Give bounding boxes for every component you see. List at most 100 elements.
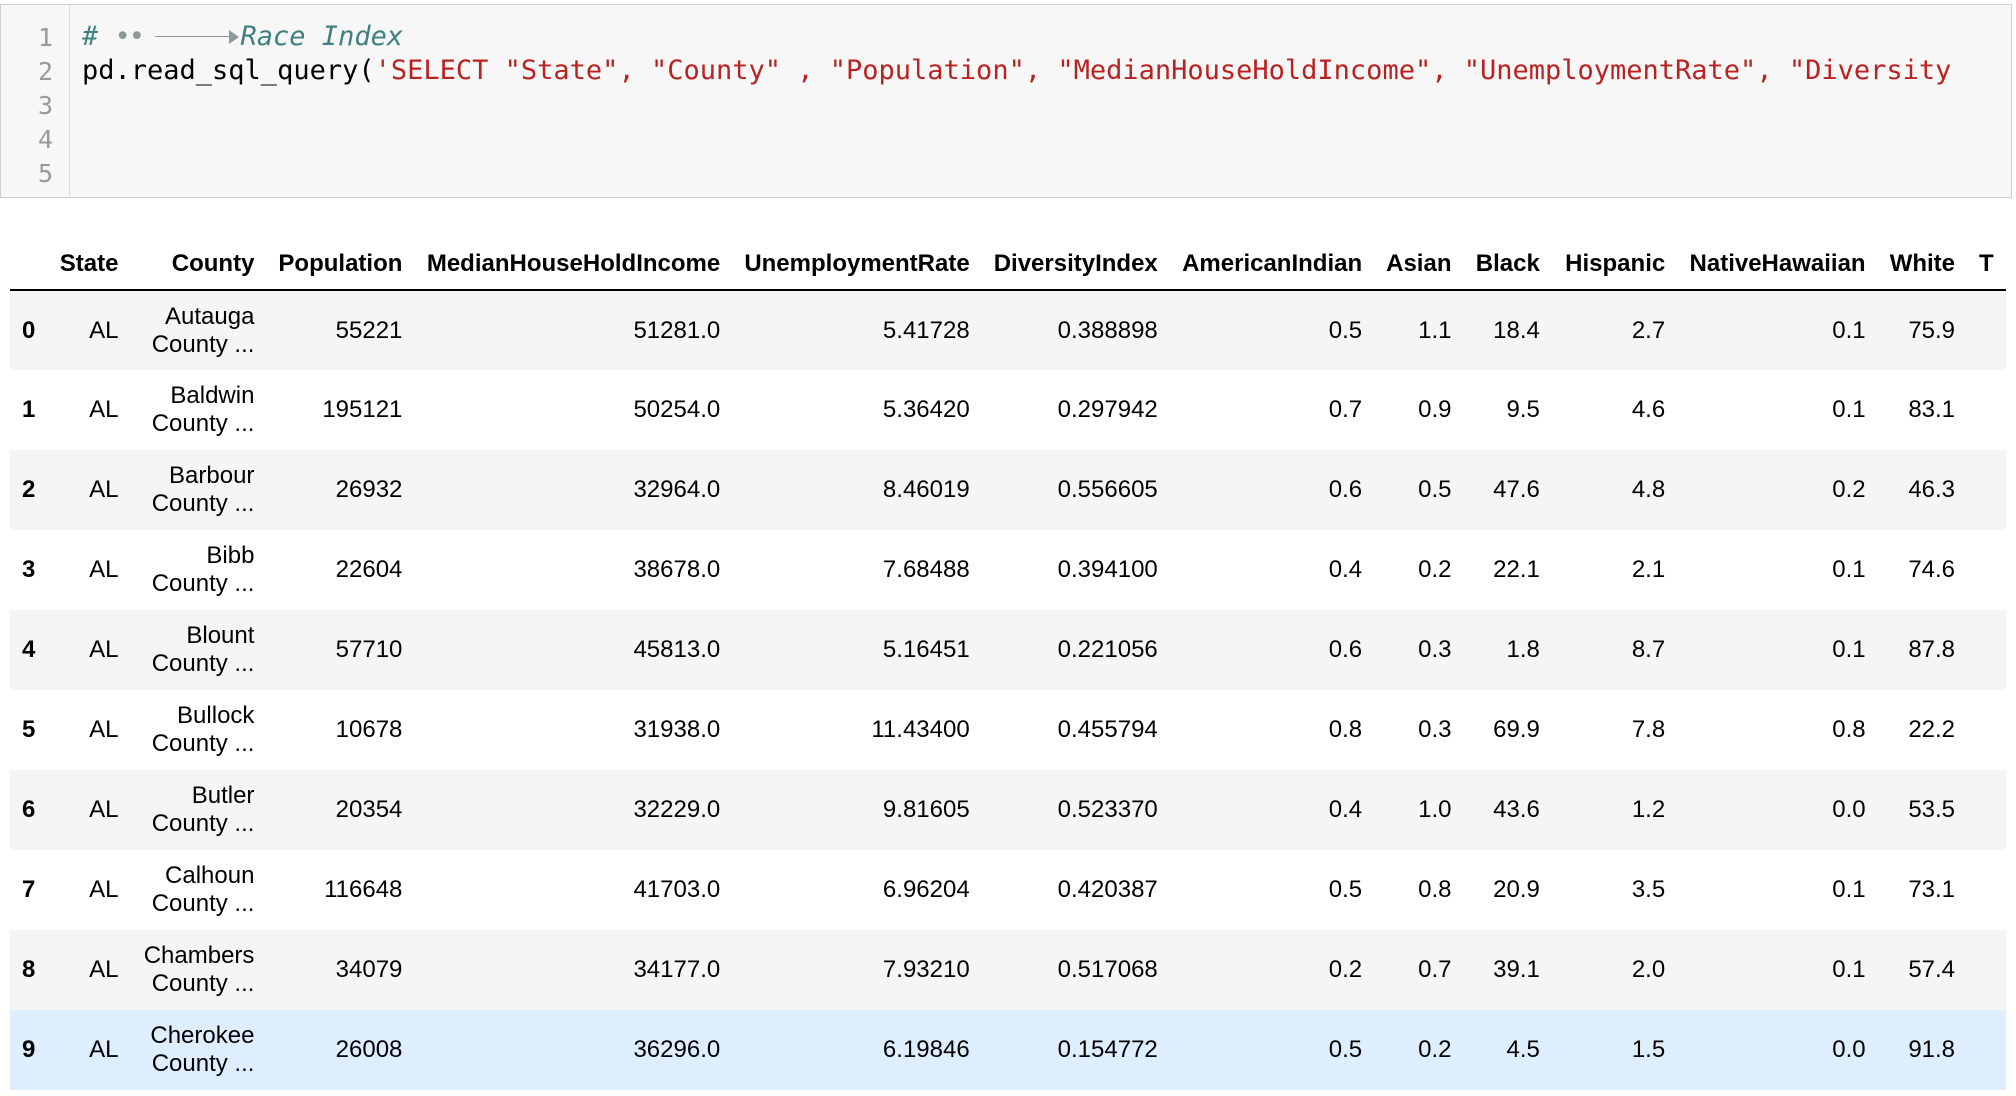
cell-population: 195121 (322, 396, 403, 423)
county-suffix: County ... (151, 490, 255, 517)
cell-white: 73.1 (1908, 876, 1956, 903)
row-index: 2 (22, 476, 36, 503)
cell-diversity: 0.455794 (1057, 716, 1158, 743)
table-row: 1 AL Baldwin County ... 195121 50254.0 5.36420… (10, 370, 2006, 450)
cell-diversity: 0.394100 (1057, 556, 1158, 583)
line-number: 1 (37, 23, 53, 52)
cell-diversity: 0.556605 (1057, 476, 1158, 503)
county-suffix: County ... (151, 410, 255, 437)
column-header-white: White (1877, 238, 1968, 291)
code-line-comment[interactable]: # •• Race Index (82, 21, 403, 52)
cell-state: AL (89, 716, 119, 743)
cell-county: Barbour County ... (130, 450, 266, 530)
row-index: 9 (22, 1036, 36, 1063)
county-name: Chambers (143, 942, 255, 969)
table-row: 0 AL Autauga County ... 55221 51281.0 5.41728 0… (10, 290, 2006, 370)
cell-income: 31938.0 (633, 716, 721, 743)
column-header-american-indian: AmericanIndian (1169, 238, 1375, 291)
cell-white: 22.2 (1908, 716, 1956, 743)
cell-hispanic: 2.1 (1631, 556, 1666, 583)
table-row: 2 AL Barbour County ... 26932 32964.0 8.46019 0… (10, 450, 2006, 530)
cell-black: 18.4 (1493, 316, 1540, 344)
cell-hispanic: 4.6 (1631, 396, 1666, 423)
line-number-gutter: 1 2 3 4 5 (1, 5, 70, 197)
row-index: 4 (22, 636, 36, 663)
cell-truncated (1967, 770, 2006, 850)
county-name: Butler (191, 782, 255, 809)
cell-state: AL (89, 476, 119, 503)
cell-unemployment: 6.96204 (882, 876, 970, 903)
cell-american-indian: 0.2 (1328, 956, 1363, 983)
cell-hispanic: 3.5 (1631, 876, 1666, 903)
cell-truncated (1967, 930, 2006, 1010)
cell-american-indian: 0.5 (1328, 316, 1363, 344)
cell-unemployment: 11.43400 (871, 716, 970, 743)
whitespace-dots-icon: •• (114, 21, 146, 52)
table-row: 6 AL Butler County ... 20354 32229.0 9.81605 0.… (10, 770, 2006, 850)
cell-asian: 0.9 (1418, 396, 1452, 423)
county-name: Calhoun (165, 862, 255, 889)
cell-income: 32229.0 (633, 796, 721, 823)
row-index: 5 (22, 716, 36, 743)
column-header-index (10, 238, 48, 291)
cell-asian: 0.5 (1418, 476, 1452, 503)
county-name: Barbour (169, 462, 255, 489)
cell-native-hawaiian: 0.2 (1832, 476, 1866, 503)
cell-population: 22604 (335, 556, 403, 583)
cell-native-hawaiian: 0.1 (1832, 876, 1866, 903)
dataframe-table: State County Population MedianHouseHoldI… (10, 238, 2006, 1090)
cell-hispanic: 2.7 (1631, 316, 1666, 344)
cell-hispanic: 1.5 (1631, 1036, 1666, 1063)
cell-state: AL (89, 956, 119, 983)
column-header-black: Black (1463, 238, 1552, 291)
cell-truncated (1967, 690, 2006, 770)
cell-american-indian: 0.5 (1328, 876, 1363, 903)
cell-diversity: 0.388898 (1057, 316, 1158, 344)
cell-white: 74.6 (1908, 556, 1956, 583)
cell-income: 41703.0 (633, 876, 721, 903)
cell-truncated (1967, 370, 2006, 450)
county-suffix: County ... (151, 810, 255, 837)
cell-hispanic: 8.7 (1631, 636, 1666, 663)
cell-black: 43.6 (1493, 796, 1540, 823)
cell-county: Butler County ... (130, 770, 266, 850)
cell-hispanic: 1.2 (1631, 796, 1666, 823)
cell-native-hawaiian: 0.8 (1832, 716, 1866, 743)
county-suffix: County ... (151, 570, 255, 597)
cell-county: Bibb County ... (130, 530, 266, 610)
cell-state: AL (89, 796, 119, 823)
county-suffix: County ... (151, 890, 255, 917)
cell-black: 9.5 (1506, 396, 1540, 423)
cell-white: 75.9 (1908, 316, 1956, 344)
cell-american-indian: 0.7 (1328, 396, 1363, 423)
code-line-query[interactable]: pd.read_sql_query('SELECT "State", "Coun… (82, 55, 1951, 86)
table-row: 7 AL Calhoun County ... 116648 41703.0 6.96204… (10, 850, 2006, 930)
county-suffix: County ... (151, 1050, 255, 1077)
cell-population: 116648 (324, 876, 403, 903)
cell-county: Baldwin County ... (130, 370, 266, 450)
cell-income: 45813.0 (633, 636, 721, 663)
cell-white: 57.4 (1908, 956, 1956, 983)
cell-asian: 0.3 (1418, 636, 1452, 663)
code-sql-string: 'SELECT "State", "County" , "Population"… (374, 55, 1952, 86)
cell-population: 10678 (335, 716, 403, 743)
code-cell[interactable]: 1 2 3 4 5 # •• Race Index pd.read_sql_que… (0, 4, 2012, 198)
cell-truncated (1967, 290, 2006, 370)
cell-state: AL (89, 396, 119, 423)
line-number: 4 (37, 125, 53, 154)
cell-black: 1.8 (1506, 636, 1540, 663)
cell-black: 69.9 (1493, 716, 1540, 743)
cell-native-hawaiian: 0.1 (1832, 556, 1866, 583)
cell-native-hawaiian: 0.0 (1832, 1036, 1866, 1063)
column-header-county: County (130, 238, 267, 291)
row-index: 0 (22, 316, 36, 344)
cell-american-indian: 0.4 (1328, 556, 1363, 583)
cell-american-indian: 0.6 (1328, 636, 1363, 663)
cell-american-indian: 0.6 (1328, 476, 1363, 503)
cell-state: AL (89, 636, 119, 663)
cell-truncated (1967, 530, 2006, 610)
cell-population: 20354 (335, 796, 403, 823)
comment-hash: # (82, 21, 99, 52)
cell-asian: 0.8 (1418, 876, 1452, 903)
cell-diversity: 0.517068 (1057, 956, 1158, 983)
